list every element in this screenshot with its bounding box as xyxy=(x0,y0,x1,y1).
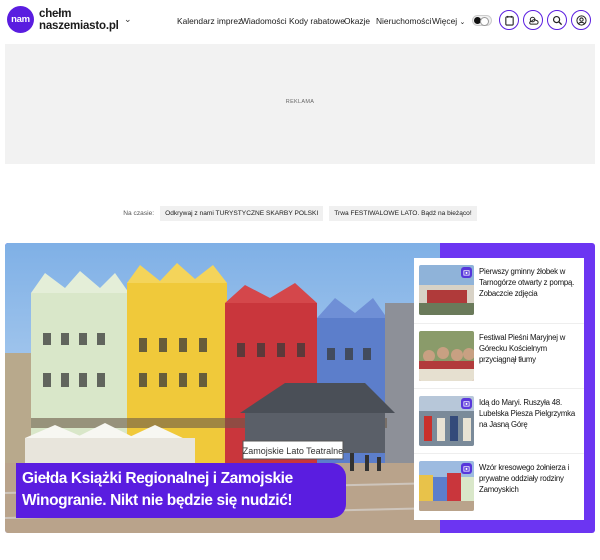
list-item[interactable]: Festiwal Pieśni Maryjnej w Górecku Kości… xyxy=(414,323,584,385)
gallery-camera-icon xyxy=(461,267,472,278)
search-icon xyxy=(552,15,562,25)
side-articles: Pierwszy gminny żłobek w Tarnogórze otwa… xyxy=(414,258,584,520)
chevron-down-icon: ⌄ xyxy=(459,19,466,26)
trending-item[interactable]: Odkrywaj z nami TURYSTYCZNE SKARBY POLSK… xyxy=(160,205,324,221)
article-title[interactable]: Wzór kresowego żołnierza i prywatne oddz… xyxy=(479,462,581,495)
article-thumbnail[interactable] xyxy=(419,396,474,446)
list-item[interactable]: Wzór kresowego żołnierza i prywatne oddz… xyxy=(414,453,584,515)
weather-icon xyxy=(528,16,539,25)
logo-badge: nam xyxy=(7,6,34,33)
theme-toggle[interactable] xyxy=(472,14,492,26)
weather-button[interactable] xyxy=(523,10,543,30)
nav-more-label: Więcej xyxy=(432,16,458,26)
nav-item-deals[interactable]: Okazje xyxy=(344,16,370,26)
search-button[interactable] xyxy=(547,10,567,30)
logo-text: chełm naszemiasto.pl xyxy=(39,8,119,32)
article-thumbnail[interactable] xyxy=(419,331,474,381)
nav-item-more[interactable]: Więcej ⌄ xyxy=(432,16,465,26)
list-item[interactable]: Pierwszy gminny żłobek w Tarnogórze otwa… xyxy=(414,258,584,320)
hero-headline-line2: Winogranie. Nikt nie będzie się nudzić! xyxy=(22,492,293,509)
nav-item-events[interactable]: Kalendarz imprez xyxy=(177,16,242,26)
gallery-camera-icon xyxy=(461,398,472,409)
logo-city: chełm xyxy=(39,7,72,20)
newspaper-button[interactable] xyxy=(499,10,519,30)
article-thumbnail[interactable] xyxy=(419,461,474,511)
hero-section: Zamojskie Lato Teatralne Giełda Książki … xyxy=(5,243,595,533)
article-title[interactable]: Idą do Maryi. Ruszyła 48. Lubelska Piesz… xyxy=(479,397,581,430)
thumbnail-image xyxy=(419,331,474,381)
list-item[interactable]: Idą do Maryi. Ruszyła 48. Lubelska Piesz… xyxy=(414,388,584,450)
nav-item-real-estate[interactable]: Nieruchomości xyxy=(376,16,431,26)
city-chevron-down-icon[interactable]: ⌄ xyxy=(124,14,132,25)
hero-headline-line1: Giełda Książki Regionalnej i Zamojskie xyxy=(22,470,293,487)
account-button[interactable] xyxy=(571,10,591,30)
hero-headline[interactable]: Giełda Książki Regionalnej i Zamojskie W… xyxy=(16,463,346,518)
nav-item-coupons[interactable]: Kody rabatowe xyxy=(289,16,345,26)
trending-item[interactable]: Trwa FESTIWALOWE LATO. Bądź na bieżąco! xyxy=(329,205,477,221)
article-title[interactable]: Pierwszy gminny żłobek w Tarnogórze otwa… xyxy=(479,266,581,299)
trending-bar: Na czasie: Odkrywaj z nami TURYSTYCZNE S… xyxy=(0,204,600,222)
trending-label: Na czasie: xyxy=(123,209,155,217)
nav-item-news[interactable]: Wiadomości xyxy=(241,16,287,26)
user-icon xyxy=(575,14,587,26)
newspaper-icon xyxy=(504,15,514,26)
header-actions xyxy=(472,10,591,30)
site-logo[interactable]: nam chełm naszemiasto.pl xyxy=(7,6,119,33)
article-title[interactable]: Festiwal Pieśni Maryjnej w Górecku Kości… xyxy=(479,332,581,365)
article-thumbnail[interactable] xyxy=(419,265,474,315)
ad-label: REKLAMA xyxy=(285,99,315,105)
site-header: nam chełm naszemiasto.pl ⌄ Kalendarz imp… xyxy=(0,0,600,44)
ad-slot[interactable]: REKLAMA xyxy=(5,44,595,164)
gallery-camera-icon xyxy=(461,463,472,474)
logo-domain: naszemiasto.pl xyxy=(39,19,119,32)
stage-sign-text: Zamojskie Lato Teatralne xyxy=(243,446,343,456)
